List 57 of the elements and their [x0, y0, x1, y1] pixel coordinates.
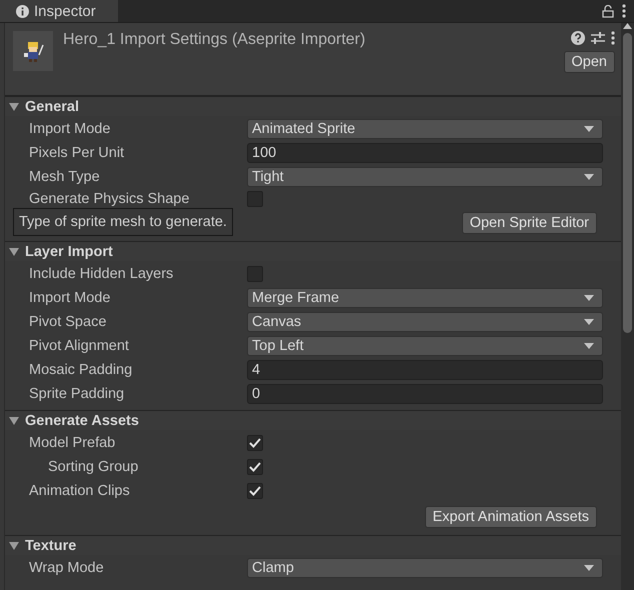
input-field[interactable]: 4 [247, 360, 603, 380]
scroll-up-arrow-icon[interactable] [623, 23, 632, 29]
dropdown-arrow-icon [584, 174, 594, 180]
expanded-arrow-icon[interactable] [9, 542, 19, 550]
field-label: Pivot Space [29, 314, 108, 330]
checkbox[interactable] [247, 459, 263, 475]
expanded-arrow-icon[interactable] [9, 248, 19, 256]
field-label: Mosaic Padding [29, 362, 134, 378]
section-title: General [25, 98, 79, 114]
more-icon[interactable] [622, 4, 626, 18]
scrollbar[interactable] [621, 23, 634, 590]
dropdown-arrow-icon [584, 126, 594, 132]
field-label: Sorting Group [48, 459, 140, 475]
sliders-icon[interactable] [591, 31, 605, 45]
dropdown[interactable]: Top Left [247, 336, 603, 356]
inspector-tab[interactable]: Inspector [0, 0, 118, 22]
field-label: Pivot Alignment [29, 338, 130, 354]
action-button[interactable]: Open Sprite Editor [462, 212, 597, 234]
field-label: Pixels Per Unit [29, 145, 126, 161]
checkbox[interactable] [247, 483, 263, 499]
dropdown[interactable]: Canvas [247, 312, 603, 332]
checkbox[interactable] [247, 266, 263, 282]
dropdown[interactable]: Clamp [247, 558, 603, 578]
inspector-title: Hero_1 Import Settings (Aseprite Importer) [63, 31, 366, 50]
field-label: Import Mode [29, 121, 112, 137]
sprite-thumbnail [13, 31, 53, 71]
input-field[interactable]: 0 [247, 384, 603, 404]
info-icon [16, 4, 29, 18]
expanded-arrow-icon[interactable] [9, 416, 19, 424]
more-icon[interactable] [611, 31, 615, 45]
field-label: Sprite Padding [29, 386, 126, 402]
expanded-arrow-icon[interactable] [9, 102, 19, 110]
section-title: Generate Assets [25, 412, 139, 428]
dropdown-arrow-icon [584, 343, 594, 349]
lock-icon[interactable] [602, 4, 614, 18]
field-label: Wrap Mode [29, 560, 105, 576]
dropdown[interactable]: Merge Frame [247, 288, 603, 308]
action-button[interactable]: Export Animation Assets [424, 506, 597, 528]
field-label: Mesh Type [29, 169, 101, 185]
field-label: Animation Clips [29, 483, 131, 499]
dropdown-arrow-icon [584, 319, 594, 325]
field-label: Include Hidden Layers [29, 266, 174, 282]
checkbox[interactable] [247, 191, 263, 207]
dropdown-arrow-icon [584, 295, 594, 301]
help-icon[interactable] [571, 31, 585, 45]
dropdown[interactable]: Animated Sprite [247, 119, 603, 139]
dropdown-arrow-icon [584, 565, 594, 571]
checkbox[interactable] [247, 435, 263, 451]
input-field[interactable]: 100 [247, 143, 603, 163]
section-title: Layer Import [25, 244, 113, 260]
field-label: Model Prefab [29, 435, 116, 451]
open-button[interactable]: Open [564, 51, 615, 73]
tooltip: Type of sprite mesh to generate. [13, 208, 233, 236]
field-label: Import Mode [29, 290, 112, 306]
section-title: Texture [25, 538, 76, 554]
dropdown[interactable]: Tight [247, 167, 603, 187]
field-label: Generate Physics Shape [29, 191, 190, 207]
